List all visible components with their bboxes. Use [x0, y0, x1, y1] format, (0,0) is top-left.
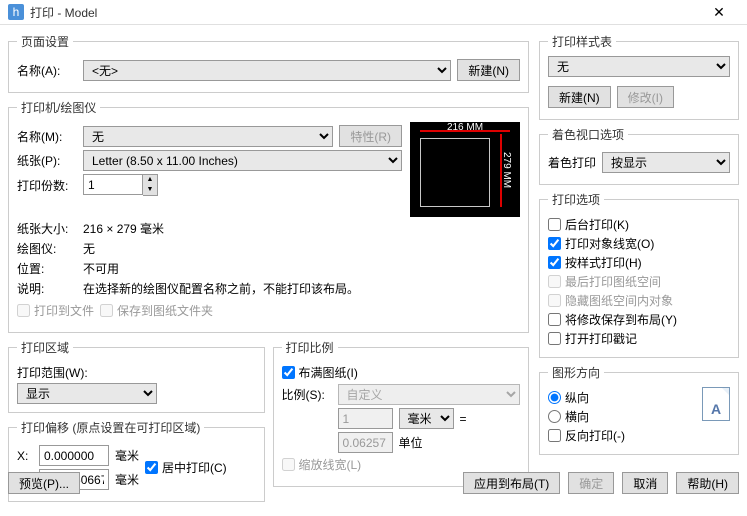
- x-label: X:: [17, 449, 33, 463]
- page-name-label: 名称(A):: [17, 62, 77, 79]
- landscape-radio[interactable]: 横向: [548, 408, 702, 425]
- size-value: 216 × 279 毫米: [83, 220, 164, 237]
- spin-up-icon[interactable]: ▲: [143, 175, 157, 185]
- printer-group: 打印机/绘图仪 名称(M): 无 特性(R) 纸张(P): Letter (8.…: [8, 99, 529, 333]
- printer-name-label: 名称(M):: [17, 128, 77, 145]
- print-to-file-check[interactable]: 打印到文件: [17, 302, 94, 319]
- save-check[interactable]: 将修改保存到布局(Y): [548, 311, 730, 328]
- ratio-label: 比例(S):: [282, 386, 332, 403]
- x-unit: 毫米: [115, 447, 139, 464]
- desc-label: 说明:: [17, 280, 77, 297]
- plotter-value: 无: [83, 240, 95, 257]
- options-group: 打印选项 后台打印(K) 打印对象线宽(O) 按样式打印(H) 最后打印图纸空间…: [539, 191, 739, 358]
- style-select[interactable]: 无: [548, 56, 730, 77]
- location-label: 位置:: [17, 260, 77, 277]
- style-group: 打印样式表 无 新建(N) 修改(I): [539, 33, 739, 120]
- lw-check[interactable]: 打印对象线宽(O): [548, 235, 730, 252]
- offset-legend: 打印偏移 (原点设置在可打印区域): [17, 419, 204, 436]
- bg-check[interactable]: 后台打印(K): [548, 216, 730, 233]
- range-select[interactable]: 显示: [17, 383, 157, 404]
- preview-button[interactable]: 预览(P)...: [8, 472, 80, 494]
- style-edit-button[interactable]: 修改(I): [617, 86, 674, 108]
- ok-button[interactable]: 确定: [568, 472, 614, 494]
- orient-legend: 图形方向: [548, 364, 604, 381]
- copies-label: 打印份数:: [17, 177, 77, 194]
- copies-input[interactable]: [83, 174, 143, 195]
- size-label: 纸张大小:: [17, 220, 77, 237]
- page-new-button[interactable]: 新建(N): [457, 59, 520, 81]
- shade-select[interactable]: 按显示: [602, 152, 730, 173]
- style-new-button[interactable]: 新建(N): [548, 86, 611, 108]
- viewport-group: 着色视口选项 着色打印按显示: [539, 126, 739, 185]
- preview-height-label: 279 MM: [501, 152, 512, 188]
- reverse-check[interactable]: 反向打印(-): [548, 427, 702, 444]
- preview-hline: [420, 130, 510, 132]
- apply-button[interactable]: 应用到布局(T): [463, 472, 560, 494]
- desc-value: 在选择新的绘图仪配置名称之前，不能打印该布局。: [83, 280, 359, 297]
- copies-spinner[interactable]: ▲▼: [83, 174, 158, 196]
- orient-icon: A: [702, 387, 730, 421]
- last-check[interactable]: 最后打印图纸空间: [548, 273, 730, 290]
- scale-num2[interactable]: [338, 432, 393, 453]
- viewport-legend: 着色视口选项: [548, 126, 628, 143]
- window-title: 打印 - Model: [30, 4, 699, 21]
- bystyle-check[interactable]: 按样式打印(H): [548, 254, 730, 271]
- save-folder-check[interactable]: 保存到图纸文件夹: [100, 302, 213, 319]
- scale-legend: 打印比例: [282, 339, 338, 356]
- printer-name-select[interactable]: 无: [83, 126, 333, 147]
- fit-check[interactable]: 布满图纸(I): [282, 364, 521, 381]
- printer-props-button[interactable]: 特性(R): [339, 125, 402, 147]
- options-legend: 打印选项: [548, 191, 604, 208]
- page-name-select[interactable]: <无>: [83, 60, 451, 81]
- scale-group: 打印比例 布满图纸(I) 比例(S): 自定义 毫米 = 单位 缩放线宽(L): [273, 339, 530, 487]
- printer-legend: 打印机/绘图仪: [17, 99, 100, 116]
- scale-num1[interactable]: [338, 408, 393, 429]
- paper-label: 纸张(P):: [17, 152, 77, 169]
- x-input[interactable]: [39, 445, 109, 466]
- spin-down-icon[interactable]: ▼: [143, 185, 157, 195]
- cancel-button[interactable]: 取消: [622, 472, 668, 494]
- print-area-legend: 打印区域: [17, 339, 73, 356]
- stamp-check[interactable]: 打开打印戳记: [548, 330, 730, 347]
- titlebar: h 打印 - Model ✕: [0, 0, 747, 25]
- paper-preview: 216 MM 279 MM: [410, 122, 520, 217]
- paper-select[interactable]: Letter (8.50 x 11.00 Inches): [83, 150, 402, 171]
- preview-rect: [420, 138, 490, 207]
- scale-eq: =: [460, 412, 467, 426]
- range-label: 打印范围(W):: [17, 364, 256, 381]
- location-value: 不可用: [83, 260, 119, 277]
- scale-unit-select[interactable]: 毫米: [399, 408, 454, 429]
- page-setup-legend: 页面设置: [17, 33, 73, 50]
- ratio-select[interactable]: 自定义: [338, 384, 521, 405]
- print-area-group: 打印区域 打印范围(W): 显示: [8, 339, 265, 413]
- style-legend: 打印样式表: [548, 33, 616, 50]
- page-setup-group: 页面设置 名称(A): <无> 新建(N): [8, 33, 529, 93]
- plotter-label: 绘图仪:: [17, 240, 77, 257]
- app-icon: h: [8, 4, 24, 20]
- close-button[interactable]: ✕: [699, 4, 739, 21]
- hide-check[interactable]: 隐藏图纸空间内对象: [548, 292, 730, 309]
- scale-lw-check[interactable]: 缩放线宽(L): [282, 456, 521, 473]
- scale-unit2: 单位: [399, 434, 423, 451]
- portrait-radio[interactable]: 纵向: [548, 389, 702, 406]
- shade-label: 着色打印: [548, 154, 596, 171]
- help-button[interactable]: 帮助(H): [676, 472, 739, 494]
- orient-group: 图形方向 纵向 横向 反向打印(-) A: [539, 364, 739, 455]
